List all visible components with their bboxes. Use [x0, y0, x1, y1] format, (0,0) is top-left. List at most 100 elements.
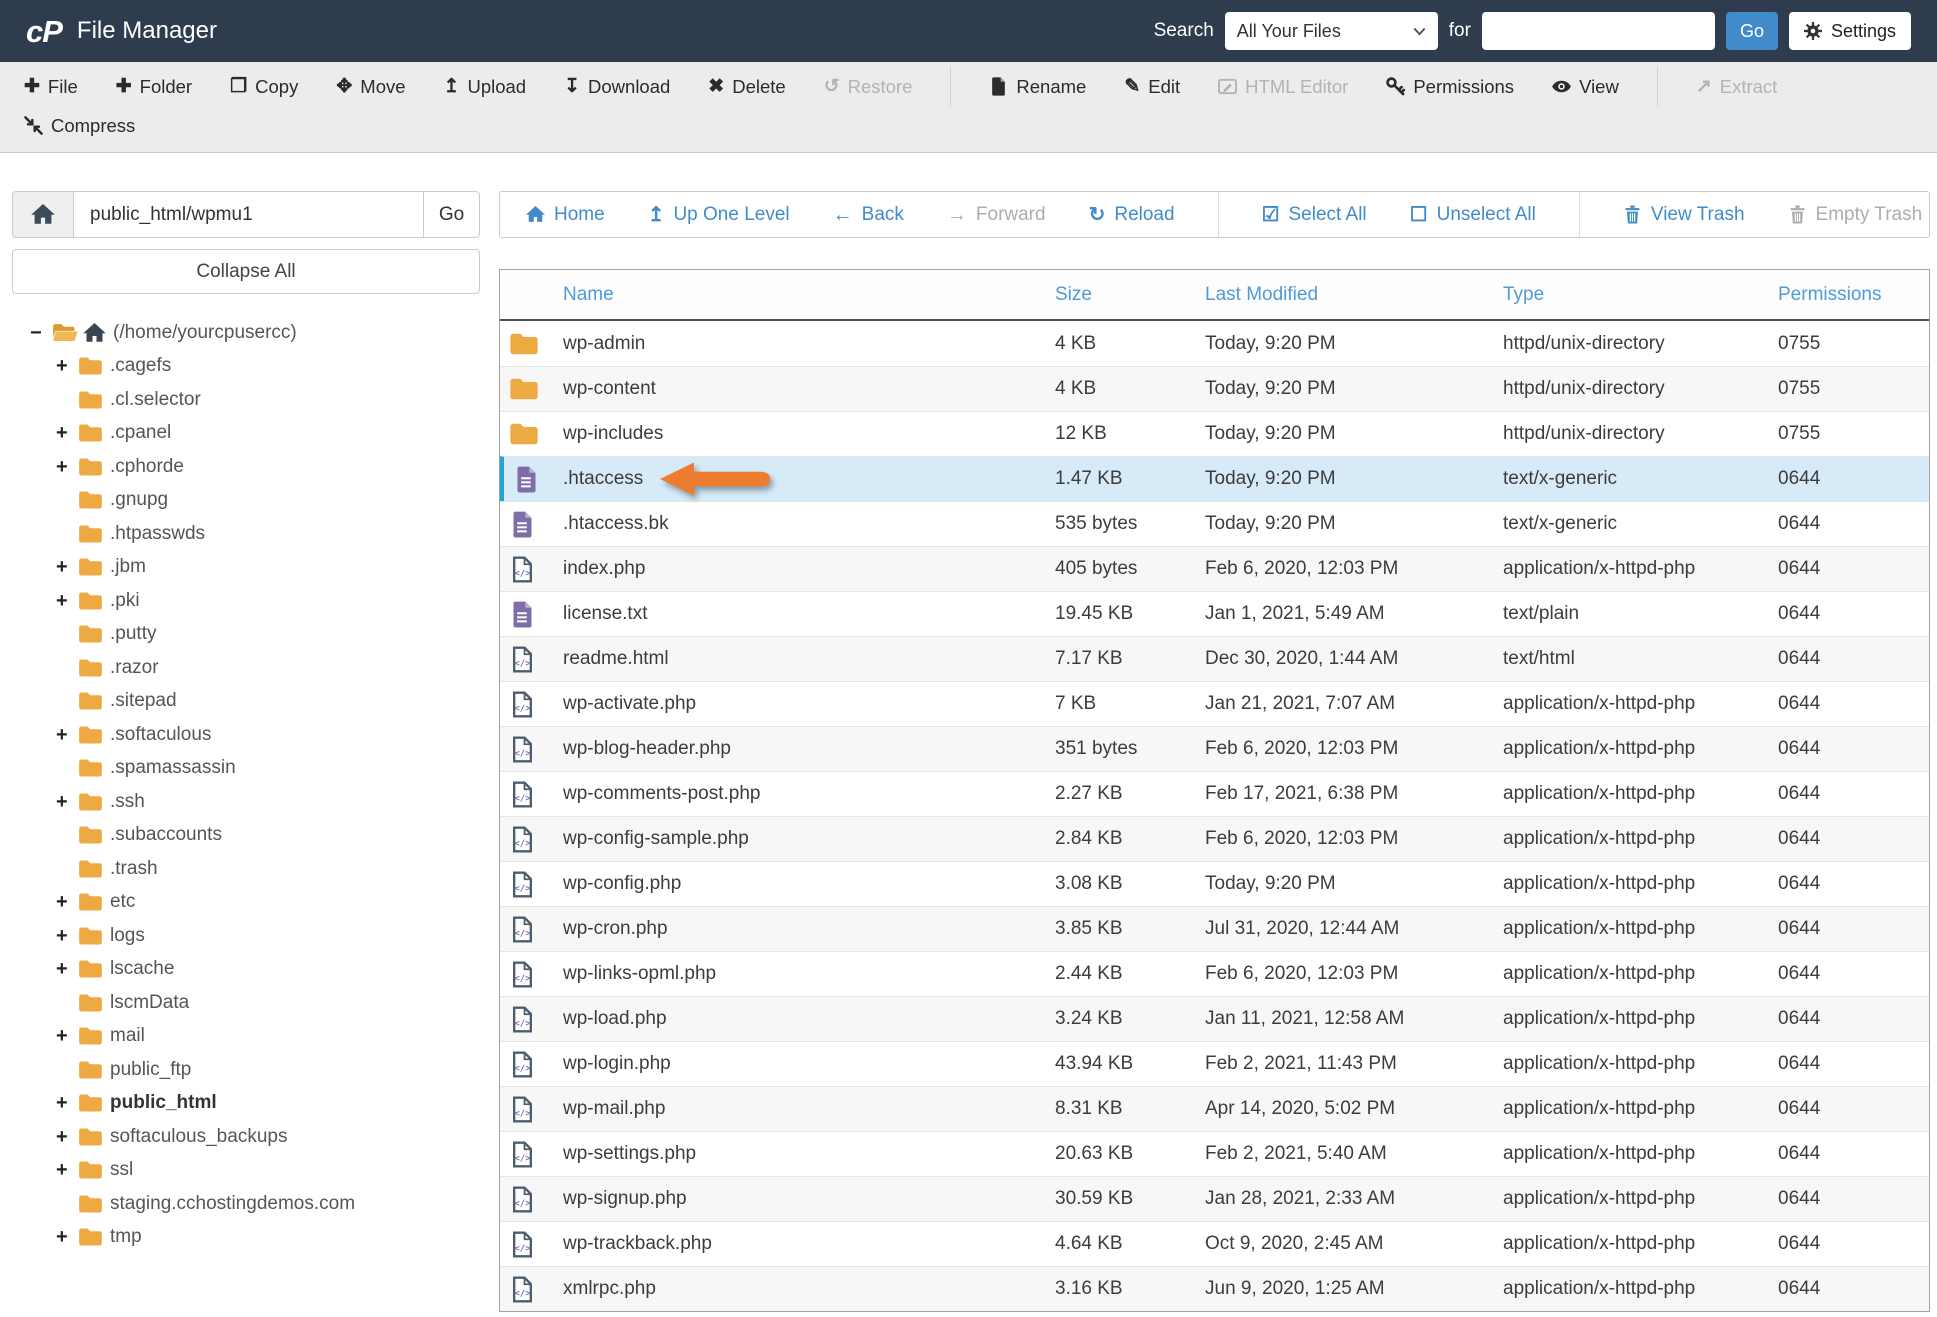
tree-toggle-icon[interactable]: +	[56, 792, 78, 812]
tree-toggle-icon[interactable]: −	[30, 323, 52, 343]
table-row-wp-config-sample-php[interactable]: wp-config-sample.php 2.84 KB Feb 6, 2020, …	[500, 816, 1929, 861]
tree-item-etc[interactable]: + etc	[12, 886, 480, 920]
nav-home[interactable]: Home	[526, 204, 605, 226]
settings-button[interactable]: Settings	[1788, 12, 1911, 50]
tree-item-softaculous-backups[interactable]: + softaculous_backups	[12, 1120, 480, 1154]
toolbar-button-folder[interactable]: ✚ Folder	[116, 76, 192, 98]
table-row-wp-content[interactable]: wp-content 4 KB Today, 9:20 PM httpd/unix-d…	[500, 366, 1929, 411]
column-header-size[interactable]: Size	[1055, 284, 1205, 306]
toolbar-button-file[interactable]: ✚ File	[24, 76, 78, 98]
tree-toggle-icon[interactable]: +	[56, 591, 78, 611]
tree-item--htpasswds[interactable]: .htpasswds	[12, 517, 480, 551]
tree-toggle-icon[interactable]: +	[56, 1026, 78, 1046]
nav-reload[interactable]: ↻ Reload	[1089, 204, 1175, 226]
toolbar-button-edit[interactable]: ✎ Edit	[1124, 76, 1180, 98]
tree-item--pki[interactable]: + .pki	[12, 584, 480, 618]
table-row-wp-mail-php[interactable]: wp-mail.php 8.31 KB Apr 14, 2020, 5:02 PM a…	[500, 1086, 1929, 1131]
nav-select-all[interactable]: ☑ Select All	[1262, 204, 1367, 226]
table-row-wp-load-php[interactable]: wp-load.php 3.24 KB Jan 11, 2021, 12:58 AM…	[500, 996, 1929, 1041]
tree-item-staging-cchostingdemos-com[interactable]: staging.cchostingdemos.com	[12, 1187, 480, 1221]
column-header-name[interactable]: Name	[563, 284, 1055, 306]
toolbar-button-move[interactable]: ✥ Move	[336, 76, 405, 98]
tree-toggle-icon[interactable]: +	[56, 1127, 78, 1147]
column-header-last-modified[interactable]: Last Modified	[1205, 284, 1503, 306]
table-row-wp-blog-header-php[interactable]: wp-blog-header.php 351 bytes Feb 6, 2020, …	[500, 726, 1929, 771]
path-go-button[interactable]: Go	[424, 191, 480, 238]
table-row-wp-activate-php[interactable]: wp-activate.php 7 KB Jan 21, 2021, 7:07 AM…	[500, 681, 1929, 726]
tree-item--trash[interactable]: .trash	[12, 852, 480, 886]
tree-item-public-ftp[interactable]: public_ftp	[12, 1053, 480, 1087]
tree-item--cl-selector[interactable]: .cl.selector	[12, 383, 480, 417]
toolbar-button-compress[interactable]: Compress	[24, 115, 135, 137]
toolbar-button-copy[interactable]: ❐ Copy	[230, 76, 298, 98]
path-home-button[interactable]	[12, 191, 74, 238]
tree-toggle-icon[interactable]: +	[56, 557, 78, 577]
nav-back[interactable]: ← Back	[833, 204, 904, 226]
tree-item-tmp[interactable]: + tmp	[12, 1221, 480, 1255]
tree-toggle-icon[interactable]: +	[56, 1160, 78, 1180]
tree-item-lscmdata[interactable]: lscmData	[12, 986, 480, 1020]
tree-item-logs[interactable]: + logs	[12, 919, 480, 953]
tree-toggle-icon[interactable]: +	[56, 959, 78, 979]
tree-item--jbm[interactable]: + .jbm	[12, 551, 480, 585]
table-row-wp-login-php[interactable]: wp-login.php 43.94 KB Feb 2, 2021, 11:43 P…	[500, 1041, 1929, 1086]
tree-item--cphorde[interactable]: + .cphorde	[12, 450, 480, 484]
table-row-xmlrpc-php[interactable]: xmlrpc.php 3.16 KB Jun 9, 2020, 1:25 AM app…	[500, 1266, 1929, 1311]
tree-item--putty[interactable]: .putty	[12, 618, 480, 652]
table-row--htaccess-bk[interactable]: .htaccess.bk 535 bytes Today, 9:20 PM text/…	[500, 501, 1929, 546]
tree-item--softaculous[interactable]: + .softaculous	[12, 718, 480, 752]
table-row-wp-links-opml-php[interactable]: wp-links-opml.php 2.44 KB Feb 6, 2020, 12:…	[500, 951, 1929, 996]
tree-toggle-icon[interactable]: +	[56, 423, 78, 443]
table-row-wp-includes[interactable]: wp-includes 12 KB Today, 9:20 PM httpd/unix…	[500, 411, 1929, 456]
nav-view-trash[interactable]: View Trash	[1623, 204, 1745, 226]
table-row-readme-html[interactable]: readme.html 7.17 KB Dec 30, 2020, 1:44 AM t…	[500, 636, 1929, 681]
tree-item-ssl[interactable]: + ssl	[12, 1154, 480, 1188]
tree-item--cagefs[interactable]: + .cagefs	[12, 350, 480, 384]
table-row-wp-settings-php[interactable]: wp-settings.php 20.63 KB Feb 2, 2021, 5:40…	[500, 1131, 1929, 1176]
tree-toggle-icon[interactable]: +	[56, 356, 78, 376]
nav-unselect-all[interactable]: ☐ Unselect All	[1410, 204, 1536, 226]
collapse-all-button[interactable]: Collapse All	[12, 249, 480, 294]
tree-toggle-icon[interactable]: +	[56, 892, 78, 912]
table-row-wp-config-php[interactable]: wp-config.php 3.08 KB Today, 9:20 PM applic…	[500, 861, 1929, 906]
table-row--htaccess[interactable]: .htaccess 1.47 KB Today, 9:20 PM text/x-gen…	[500, 456, 1929, 501]
toolbar-button-upload[interactable]: ↥ Upload	[444, 76, 527, 98]
tree-toggle-icon[interactable]: +	[56, 926, 78, 946]
tree-item--cpanel[interactable]: + .cpanel	[12, 417, 480, 451]
column-header-type[interactable]: Type	[1503, 284, 1778, 306]
table-row-license-txt[interactable]: license.txt 19.45 KB Jan 1, 2021, 5:49 AM t…	[500, 591, 1929, 636]
tree-item-public-html[interactable]: + public_html	[12, 1087, 480, 1121]
tree-toggle-icon[interactable]: +	[56, 1093, 78, 1113]
toolbar-button-download[interactable]: ↧ Download	[564, 76, 670, 98]
path-input[interactable]	[74, 191, 424, 238]
tree-item--sitepad[interactable]: .sitepad	[12, 685, 480, 719]
tree-item--subaccounts[interactable]: .subaccounts	[12, 819, 480, 853]
tree-item--gnupg[interactable]: .gnupg	[12, 484, 480, 518]
tree-toggle-icon[interactable]: +	[56, 457, 78, 477]
toolbar-button-delete[interactable]: ✖ Delete	[708, 76, 785, 98]
toolbar-button-rename[interactable]: Rename	[989, 76, 1086, 98]
toolbar-button-view[interactable]: View	[1552, 76, 1619, 98]
toolbar-button-permissions[interactable]: Permissions	[1386, 76, 1514, 98]
tree-item--ssh[interactable]: + .ssh	[12, 785, 480, 819]
table-row-wp-comments-post-php[interactable]: wp-comments-post.php 2.27 KB Feb 17, 2021,…	[500, 771, 1929, 816]
table-row-index-php[interactable]: index.php 405 bytes Feb 6, 2020, 12:03 PM a…	[500, 546, 1929, 591]
tree-item--spamassassin[interactable]: .spamassassin	[12, 752, 480, 786]
table-row-wp-admin[interactable]: wp-admin 4 KB Today, 9:20 PM httpd/unix-dir…	[500, 321, 1929, 366]
nav-up-one-level[interactable]: ↥ Up One Level	[648, 204, 790, 226]
tree-item-lscache[interactable]: + lscache	[12, 953, 480, 987]
tree-item--home-yourcpusercc-[interactable]: − (/home/yourcpusercc)	[12, 316, 480, 350]
column-header-permissions[interactable]: Permissions	[1778, 284, 1929, 306]
tree-toggle-icon[interactable]: +	[56, 725, 78, 745]
search-input[interactable]	[1481, 12, 1715, 50]
table-row-wp-cron-php[interactable]: wp-cron.php 3.85 KB Jul 31, 2020, 12:44 AM…	[500, 906, 1929, 951]
table-row-wp-trackback-php[interactable]: wp-trackback.php 4.64 KB Oct 9, 2020, 2:45…	[500, 1221, 1929, 1266]
table-row-wp-signup-php[interactable]: wp-signup.php 30.59 KB Jan 28, 2021, 2:33 …	[500, 1176, 1929, 1221]
search-go-button[interactable]: Go	[1725, 12, 1778, 50]
file-permissions: 0755	[1778, 332, 1821, 354]
tree-item--razor[interactable]: .razor	[12, 651, 480, 685]
tree-toggle-icon[interactable]: +	[56, 1227, 78, 1247]
tree-item-mail[interactable]: + mail	[12, 1020, 480, 1054]
search-scope-select[interactable]: All Your Files	[1224, 12, 1438, 50]
file-type: application/x-httpd-php	[1503, 693, 1696, 714]
